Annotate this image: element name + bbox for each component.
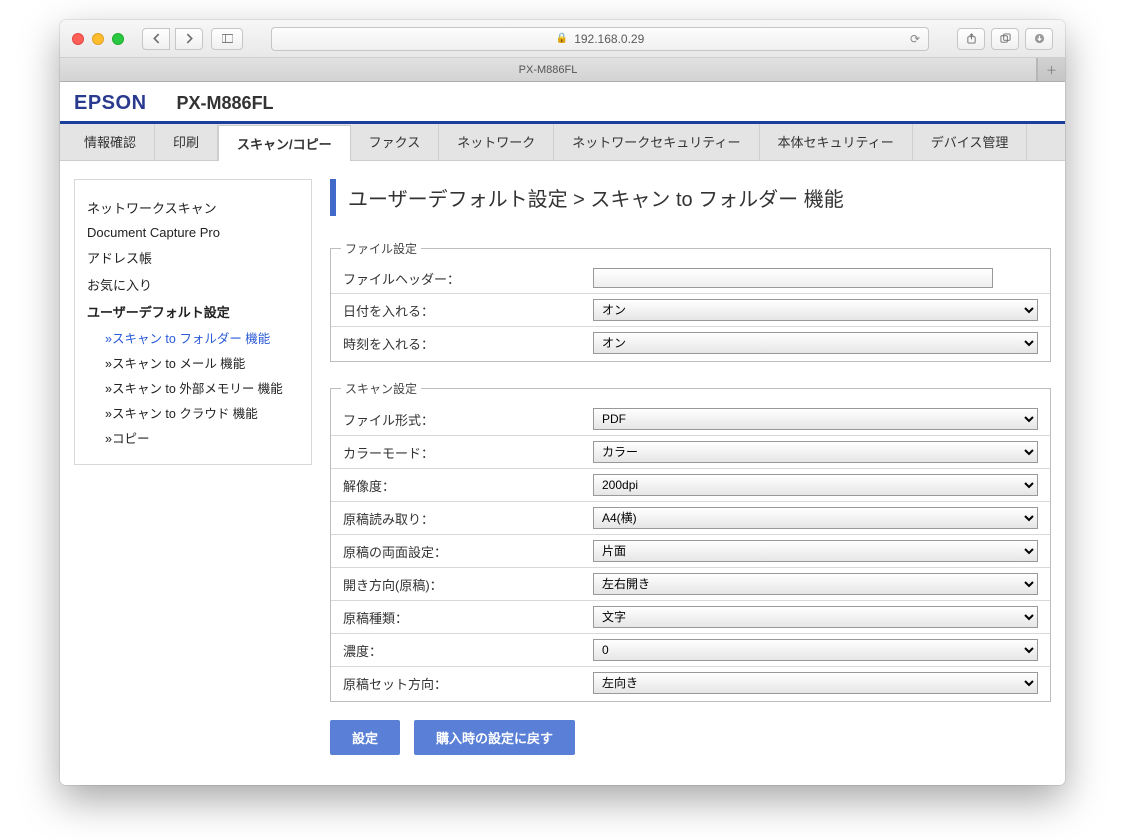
main-tabs: 情報確認 印刷 スキャン/コピー ファクス ネットワーク ネットワークセキュリテ… xyxy=(60,124,1065,161)
sidebar-sub-copy[interactable]: コピー xyxy=(87,425,299,450)
sidebar-item-dcp[interactable]: Document Capture Pro xyxy=(87,221,299,244)
tab-device-security[interactable]: 本体セキュリティー xyxy=(760,124,913,160)
reset-button[interactable]: 購入時の設定に戻す xyxy=(414,720,575,755)
minimize-window-button[interactable] xyxy=(92,33,104,45)
input-file-header[interactable] xyxy=(593,268,993,288)
toolbar-right xyxy=(957,28,1053,50)
legend-scan: スキャン設定 xyxy=(341,380,421,397)
label-binding: 開き方向(原稿)： xyxy=(343,575,593,594)
sidebar-sub-mail[interactable]: スキャン to メール 機能 xyxy=(87,350,299,375)
select-read[interactable]: A4(横) xyxy=(593,507,1038,529)
sidebar-item-favorites[interactable]: お気に入り xyxy=(87,271,299,298)
new-tab-button[interactable]: ＋ xyxy=(1037,58,1065,81)
forward-button[interactable] xyxy=(175,28,203,50)
sidebar-item-netscan[interactable]: ネットワークスキャン xyxy=(87,194,299,221)
select-time[interactable]: オン xyxy=(593,332,1038,354)
label-file-header: ファイルヘッダー： xyxy=(343,269,593,288)
select-format[interactable]: PDF xyxy=(593,408,1038,430)
model-name: PX-M886FL xyxy=(177,93,274,114)
page-title: ユーザーデフォルト設定 > スキャン to フォルダー 機能 xyxy=(330,179,1051,216)
row-file-header: ファイルヘッダー： xyxy=(331,263,1050,294)
select-date[interactable]: オン xyxy=(593,299,1038,321)
label-duplex: 原稿の両面設定： xyxy=(343,542,593,561)
tab-network[interactable]: ネットワーク xyxy=(439,124,554,160)
row-date: 日付を入れる： オン xyxy=(331,294,1050,327)
sidebar-item-userdefault[interactable]: ユーザーデフォルト設定 xyxy=(87,298,299,325)
browser-window: 🔒 192.168.0.29 ⟳ PX-M886FL ＋ EPSON PX-M8… xyxy=(60,20,1065,785)
main-panel: ユーザーデフォルト設定 > スキャン to フォルダー 機能 ファイル設定 ファ… xyxy=(330,179,1051,755)
label-orient: 原稿セット方向： xyxy=(343,674,593,693)
tab-info[interactable]: 情報確認 xyxy=(60,124,155,160)
address-bar[interactable]: 🔒 192.168.0.29 ⟳ xyxy=(271,27,929,51)
tab-device-mgmt[interactable]: デバイス管理 xyxy=(913,124,1028,160)
select-density[interactable]: 0 xyxy=(593,639,1038,661)
select-binding[interactable]: 左右開き xyxy=(593,573,1038,595)
content-area: ネットワークスキャン Document Capture Pro アドレス帳 お気… xyxy=(60,161,1065,785)
label-date: 日付を入れる： xyxy=(343,301,593,320)
button-row: 設定 購入時の設定に戻す xyxy=(330,720,1051,755)
label-type: 原稿種類： xyxy=(343,608,593,627)
tab-scan-copy[interactable]: スキャン/コピー xyxy=(218,125,351,161)
window-controls xyxy=(72,33,124,45)
address-text: 192.168.0.29 xyxy=(574,32,644,46)
label-format: ファイル形式： xyxy=(343,410,593,429)
label-res: 解像度： xyxy=(343,476,593,495)
lock-icon: 🔒 xyxy=(556,33,568,44)
legend-file: ファイル設定 xyxy=(341,240,421,257)
tab-fax[interactable]: ファクス xyxy=(351,124,440,160)
page-content: EPSON PX-M886FL 情報確認 印刷 スキャン/コピー ファクス ネッ… xyxy=(60,82,1065,785)
label-time: 時刻を入れる： xyxy=(343,334,593,353)
select-type[interactable]: 文字 xyxy=(593,606,1038,628)
fieldset-scan: スキャン設定 ファイル形式：PDF カラーモード：カラー 解像度：200dpi … xyxy=(330,380,1051,702)
brand-logo: EPSON xyxy=(74,92,147,115)
tab-bar: PX-M886FL ＋ xyxy=(60,58,1065,82)
close-window-button[interactable] xyxy=(72,33,84,45)
back-button[interactable] xyxy=(142,28,170,50)
sidebar-sub-folder[interactable]: スキャン to フォルダー 機能 xyxy=(87,325,299,350)
sidebar: ネットワークスキャン Document Capture Pro アドレス帳 お気… xyxy=(74,179,312,465)
label-color: カラーモード： xyxy=(343,443,593,462)
tabs-overview-button[interactable] xyxy=(991,28,1019,50)
sidebar-toggle-button[interactable] xyxy=(211,28,243,50)
label-read: 原稿読み取り： xyxy=(343,509,593,528)
fieldset-file: ファイル設定 ファイルヘッダー： 日付を入れる： オン 時刻を入れる： オン xyxy=(330,240,1051,362)
select-orient[interactable]: 左向き xyxy=(593,672,1038,694)
browser-toolbar: 🔒 192.168.0.29 ⟳ xyxy=(60,20,1065,58)
share-button[interactable] xyxy=(957,28,985,50)
sidebar-sub-extmem[interactable]: スキャン to 外部メモリー 機能 xyxy=(87,375,299,400)
sidebar-item-addressbook[interactable]: アドレス帳 xyxy=(87,244,299,271)
select-duplex[interactable]: 片面 xyxy=(593,540,1038,562)
apply-button[interactable]: 設定 xyxy=(330,720,400,755)
label-density: 濃度： xyxy=(343,641,593,660)
select-res[interactable]: 200dpi xyxy=(593,474,1038,496)
fullscreen-window-button[interactable] xyxy=(112,33,124,45)
nav-buttons xyxy=(142,28,203,50)
sidebar-sub-cloud[interactable]: スキャン to クラウド 機能 xyxy=(87,400,299,425)
brand-bar: EPSON PX-M886FL xyxy=(60,82,1065,124)
row-time: 時刻を入れる： オン xyxy=(331,327,1050,359)
downloads-button[interactable] xyxy=(1025,28,1053,50)
tab-print[interactable]: 印刷 xyxy=(155,124,218,160)
reload-icon[interactable]: ⟳ xyxy=(910,32,920,46)
browser-tab[interactable]: PX-M886FL xyxy=(60,58,1037,81)
select-color[interactable]: カラー xyxy=(593,441,1038,463)
tab-network-security[interactable]: ネットワークセキュリティー xyxy=(554,124,759,160)
